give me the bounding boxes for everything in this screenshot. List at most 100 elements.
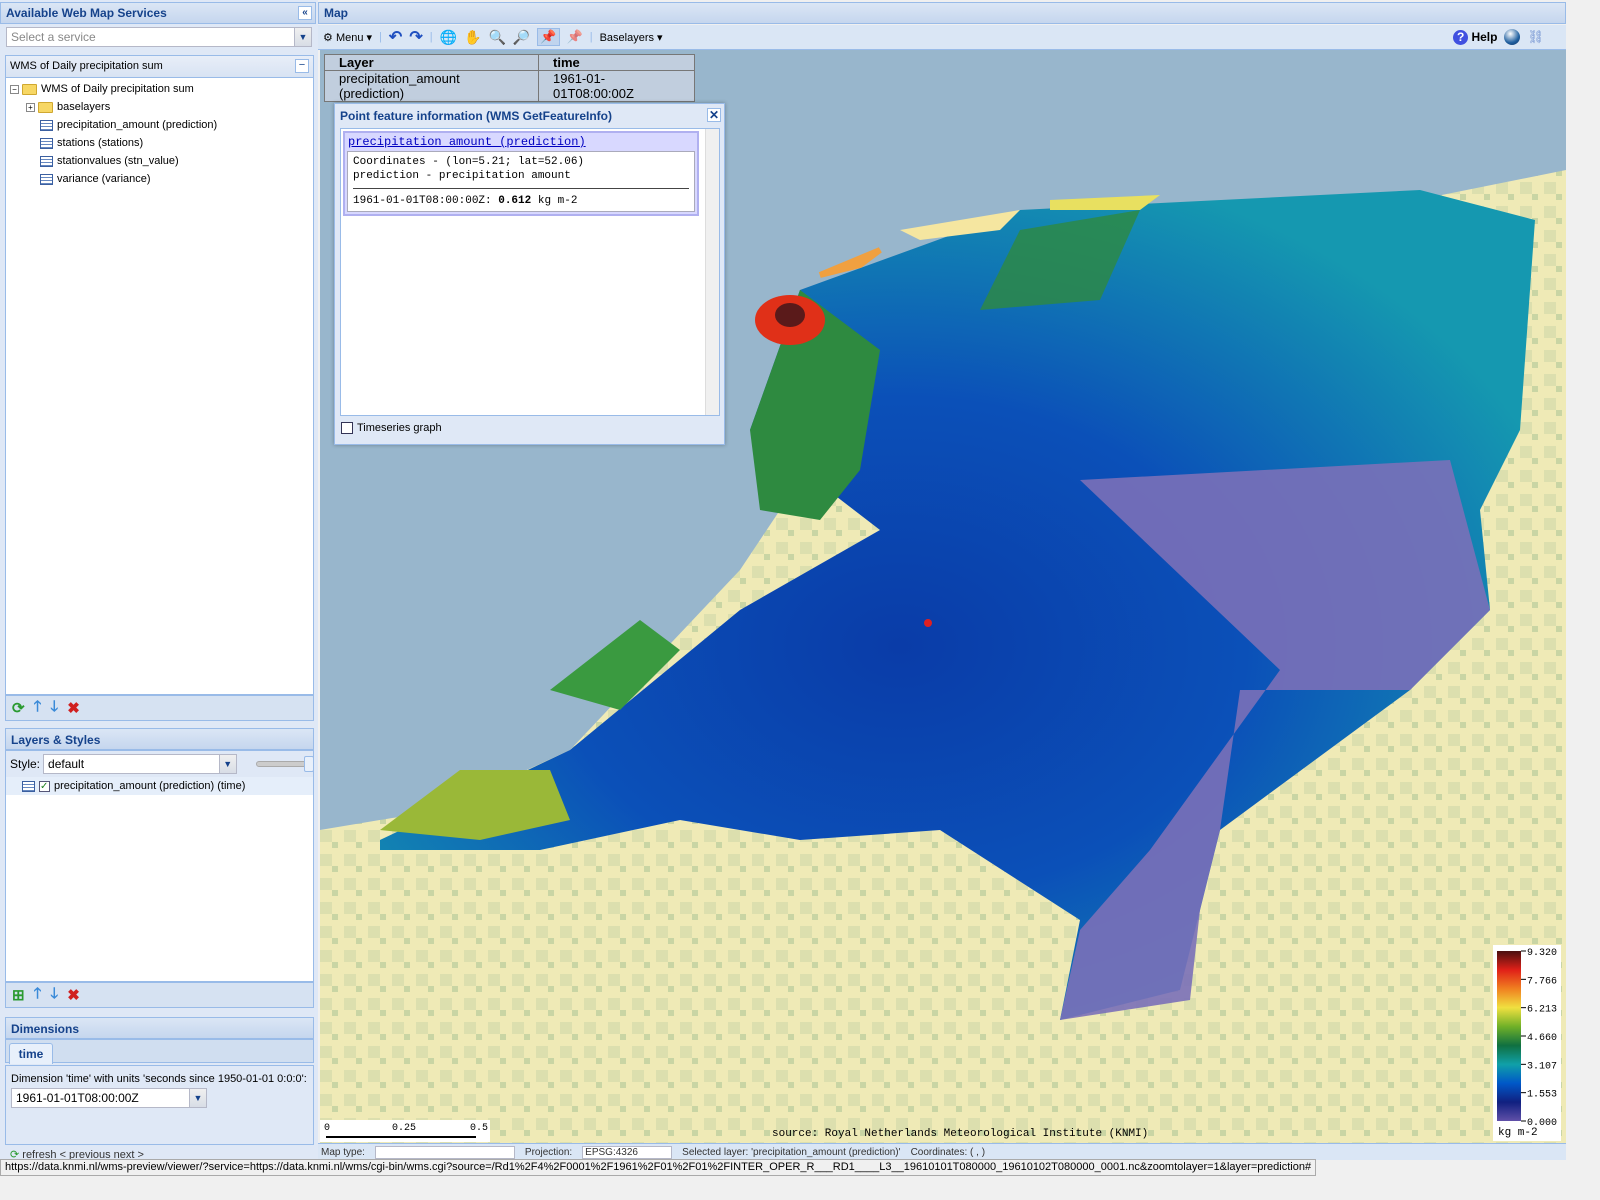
browser-status-url: https://data.knmi.nl/wms-preview/viewer/… bbox=[0, 1159, 1317, 1176]
pan-hand-icon[interactable]: ✋ bbox=[464, 29, 481, 46]
service-select[interactable]: Select a service ▼ bbox=[6, 27, 312, 47]
tab-time[interactable]: time bbox=[9, 1043, 53, 1064]
popup-unit: kg m-2 bbox=[537, 195, 578, 207]
gear-icon: ⚙ bbox=[323, 31, 333, 44]
link-icon[interactable]: ⛓ bbox=[1527, 29, 1544, 45]
close-icon[interactable]: ✕ bbox=[707, 108, 721, 122]
projection-label: Projection: bbox=[524, 1146, 573, 1158]
tree-item-layer[interactable]: variance (variance) bbox=[10, 170, 309, 188]
legend-unit: kg m-2 bbox=[1498, 1127, 1538, 1139]
info-header: Layer bbox=[324, 54, 539, 71]
add-layer-icon[interactable]: ⊞ bbox=[12, 986, 25, 1004]
legend-label: 6.213 bbox=[1527, 1005, 1557, 1016]
layer-checkbox[interactable]: ✓ bbox=[39, 780, 50, 792]
help-icon: ? bbox=[1453, 29, 1469, 45]
tree-item-layer[interactable]: precipitation_amount (prediction) bbox=[10, 116, 309, 134]
layers-header: Layers & Styles bbox=[5, 728, 314, 750]
popup-value: 0.612 bbox=[498, 195, 532, 207]
pin-icon[interactable]: 📌 bbox=[567, 29, 583, 45]
move-down-icon[interactable]: 🡓 bbox=[50, 983, 58, 1008]
help-button[interactable]: ? Help bbox=[1453, 29, 1498, 45]
opacity-slider[interactable] bbox=[255, 756, 314, 772]
timeseries-label: Timeseries graph bbox=[357, 422, 442, 434]
chevron-down-icon[interactable]: ▼ bbox=[294, 28, 311, 46]
layer-icon bbox=[40, 137, 53, 149]
google-earth-icon[interactable] bbox=[1504, 29, 1521, 45]
tree-item-label: stations (stations) bbox=[57, 137, 144, 149]
popup-title: Point feature information (WMS GetFeatur… bbox=[340, 109, 612, 123]
delete-icon[interactable]: ✖ bbox=[67, 699, 80, 717]
undo-icon[interactable]: ↶ bbox=[389, 27, 402, 47]
move-up-icon[interactable]: 🡑 bbox=[34, 983, 42, 1008]
redo-icon[interactable]: ↷ bbox=[409, 27, 422, 47]
baselayers-label: Baselayers bbox=[599, 31, 654, 44]
layer-icon bbox=[40, 119, 53, 131]
map-type-label: Map type: bbox=[321, 1146, 365, 1158]
pin-info-icon[interactable]: 📌 bbox=[537, 28, 560, 46]
collapse-icon[interactable]: − bbox=[10, 84, 19, 94]
layer-icon bbox=[40, 173, 53, 185]
collapse-left-button[interactable]: « bbox=[298, 6, 312, 20]
legend-label: 7.766 bbox=[1527, 976, 1557, 987]
refresh-icon[interactable]: ⟳ bbox=[12, 699, 25, 717]
chevron-down-icon[interactable]: ▼ bbox=[218, 755, 236, 773]
popup-scrollbar[interactable] bbox=[705, 129, 719, 415]
folder-icon bbox=[22, 83, 37, 95]
move-down-icon[interactable]: 🡓 bbox=[50, 696, 58, 721]
zoom-in-icon[interactable]: 🔍 bbox=[488, 29, 505, 46]
collapse-tree-button[interactable]: − bbox=[295, 59, 309, 73]
service-tree-panel: WMS of Daily precipitation sum − − WMS of… bbox=[5, 55, 314, 695]
menu-button[interactable]: ⚙ Menu ▾ bbox=[323, 31, 372, 44]
coordinates-label: Coordinates: ( , ) bbox=[910, 1146, 986, 1158]
scale-label: 0.5 bbox=[470, 1123, 489, 1134]
move-up-icon[interactable]: 🡑 bbox=[34, 696, 42, 721]
layer-icon bbox=[22, 780, 35, 792]
legend-label: 1.553 bbox=[1527, 1090, 1557, 1101]
help-label: Help bbox=[1471, 29, 1498, 44]
feature-info-popup: Point feature information (WMS GetFeatur… bbox=[334, 103, 725, 445]
tree-root[interactable]: − WMS of Daily precipitation sum bbox=[10, 80, 309, 98]
map-canvas[interactable]: 9.320 7.766 6.213 4.660 3.107 1.553 0.000 0 0.… bbox=[320, 50, 1566, 1143]
map-type-select[interactable] bbox=[374, 1145, 515, 1159]
map-header: Map bbox=[318, 2, 1566, 24]
selected-layer-label: Selected layer: 'precipitation_amount (p… bbox=[682, 1146, 901, 1158]
layer-icon bbox=[40, 155, 53, 167]
style-select[interactable]: default ▼ bbox=[43, 754, 237, 774]
opacity-slider-handle[interactable] bbox=[304, 756, 314, 772]
timeseries-toggle[interactable]: Timeseries graph bbox=[341, 422, 442, 434]
popup-time: 1961-01-01T08:00:00Z: bbox=[353, 195, 492, 207]
tree-item-layer[interactable]: stationvalues (stn_value) bbox=[10, 152, 309, 170]
globe-icon[interactable]: 🌐 bbox=[440, 29, 457, 46]
expand-icon[interactable]: + bbox=[26, 102, 35, 112]
tree-item-label: variance (variance) bbox=[57, 173, 151, 185]
chevron-down-icon[interactable]: ▼ bbox=[189, 1089, 206, 1107]
legend-label: 4.660 bbox=[1527, 1033, 1557, 1044]
services-title: Available Web Map Services bbox=[6, 6, 167, 20]
dimensions-title: Dimensions bbox=[11, 1022, 80, 1036]
dimensions-header: Dimensions bbox=[5, 1017, 314, 1039]
popup-layer-link[interactable]: precipitation amount (prediction) bbox=[345, 133, 697, 151]
zoom-out-icon[interactable]: 🔎 bbox=[513, 29, 530, 46]
legend-label: 9.320 bbox=[1527, 948, 1557, 959]
legend-color-bar bbox=[1497, 951, 1521, 1121]
time-select[interactable]: 1961-01-01T08:00:00Z ▼ bbox=[11, 1088, 207, 1108]
tree-item-baselayers[interactable]: + baselayers bbox=[10, 98, 309, 116]
layers-title: Layers & Styles bbox=[11, 733, 101, 747]
tree-item-label: stationvalues (stn_value) bbox=[57, 155, 179, 167]
projection-select[interactable]: EPSG:4326 bbox=[582, 1145, 673, 1159]
left-panel: Available Web Map Services « Select a se… bbox=[0, 0, 318, 1161]
active-layer-row[interactable]: ✓ precipitation_amount (prediction) (tim… bbox=[6, 777, 313, 795]
services-header: Available Web Map Services « bbox=[0, 2, 316, 24]
layers-panel: Style: default ▼ ✓ precipitation_amount (… bbox=[5, 750, 314, 982]
map-source: source: Royal Netherlands Meteorological… bbox=[772, 1128, 1149, 1140]
tree-title: WMS of Daily precipitation sum bbox=[10, 60, 163, 72]
popup-coordinates: Coordinates - (lon=5.21; lat=52.06) bbox=[353, 156, 585, 168]
timeseries-checkbox[interactable] bbox=[341, 422, 353, 434]
scale-label: 0.25 bbox=[392, 1123, 417, 1134]
scale-label: 0 bbox=[324, 1123, 331, 1134]
baselayers-button[interactable]: Baselayers ▾ bbox=[600, 31, 663, 44]
style-value: default bbox=[48, 757, 85, 771]
tree-item-layer[interactable]: stations (stations) bbox=[10, 134, 309, 152]
delete-icon[interactable]: ✖ bbox=[67, 986, 80, 1004]
legend: 9.3207.7666.2134.6603.1071.5530.000 bbox=[1493, 945, 1561, 1141]
